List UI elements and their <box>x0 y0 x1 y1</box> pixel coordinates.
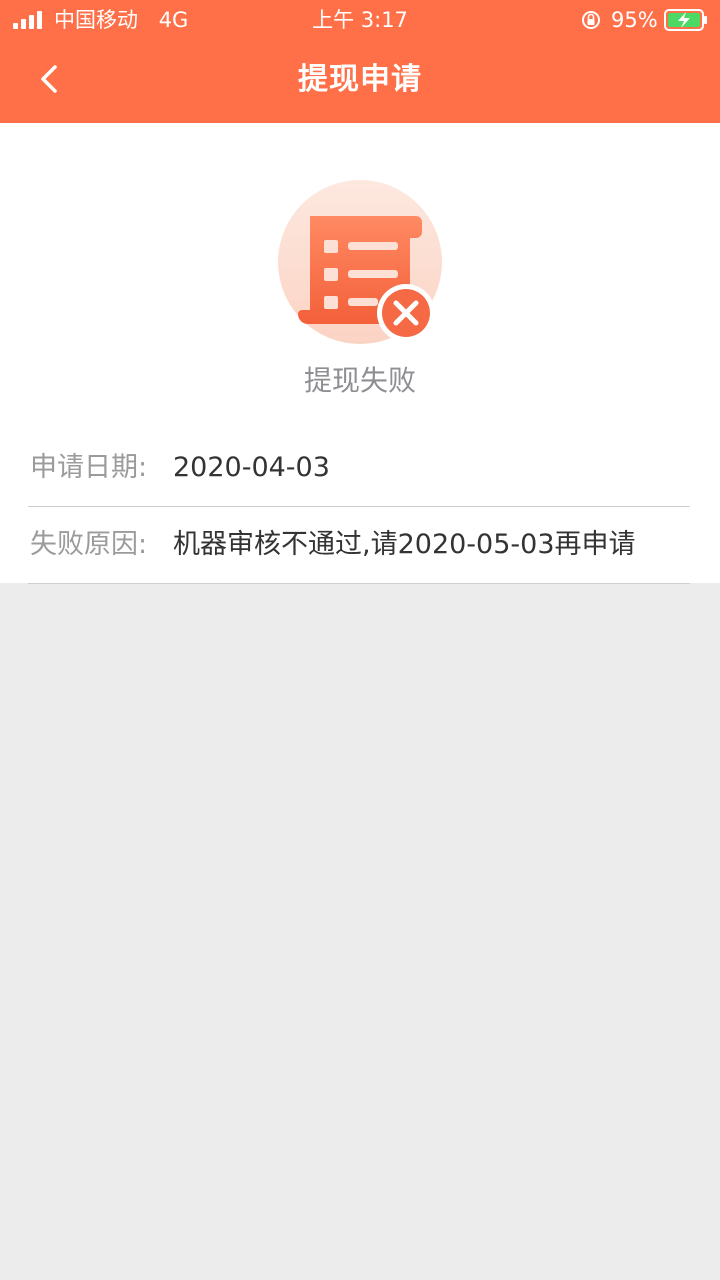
apply-date-label: 申请日期: <box>30 452 148 483</box>
nav-bar: 提现申请 <box>0 40 720 123</box>
fail-reason-label: 失败原因: <box>30 529 148 560</box>
info-row-apply-date: 申请日期: 2020-04-03 <box>28 430 690 507</box>
battery-percent: 95% <box>611 8 658 32</box>
page-title: 提现申请 <box>298 62 422 97</box>
fail-reason-value: 机器审核不通过,请2020-05-03再申请 <box>173 529 636 560</box>
battery-charging-icon <box>664 9 707 31</box>
status-bar: 中国移动 4G 上午 3:17 95% <box>0 0 720 40</box>
result-status-text: 提现失败 <box>303 364 416 397</box>
info-row-fail-reason: 失败原因: 机器审核不通过,请2020-05-03再申请 <box>28 507 690 584</box>
result-card: 提现失败 申请日期: 2020-04-03 失败原因: 机器审核不通过,请202… <box>0 123 720 584</box>
apply-date-value: 2020-04-03 <box>173 452 330 483</box>
document-failed-icon <box>278 180 442 344</box>
rotation-lock-icon <box>582 11 600 29</box>
header-bar: 中国移动 4G 上午 3:17 95% 提现申请 <box>0 0 720 123</box>
